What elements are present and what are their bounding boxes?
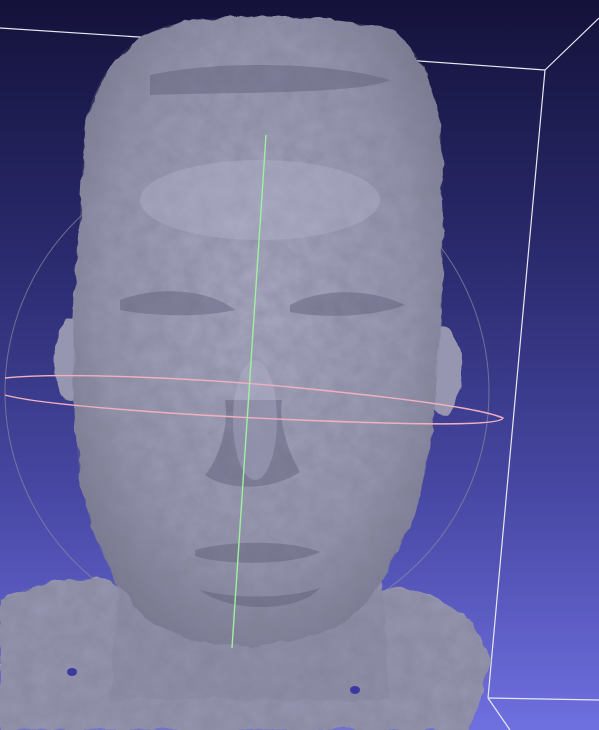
head-mesh[interactable] [0,16,492,730]
3d-viewport[interactable] [0,0,599,730]
3d-scene[interactable] [0,0,599,730]
